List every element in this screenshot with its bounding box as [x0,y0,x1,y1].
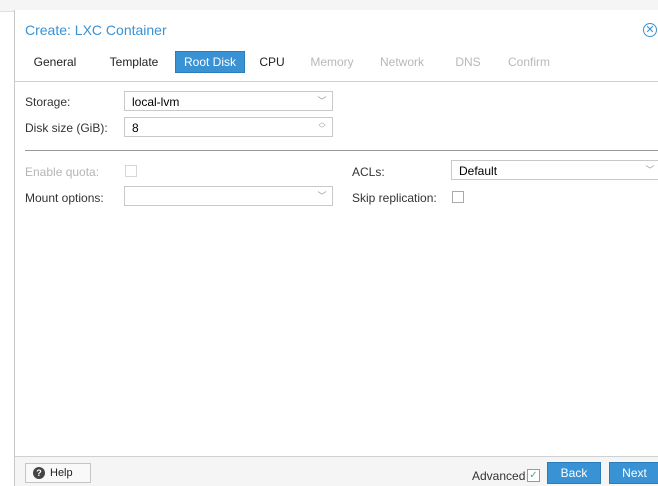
section-separator [25,150,658,151]
question-icon: ? [33,467,45,479]
chevron-down-icon[interactable]: ﹀ [316,94,328,108]
help-button[interactable]: ? Help [25,463,91,483]
next-button[interactable]: Next [609,462,658,484]
disk-size-label: Disk size (GiB): [25,121,108,135]
storage-label: Storage: [25,95,71,109]
disk-size-value: 8 [132,121,139,135]
help-label: Help [50,467,73,479]
disk-size-field[interactable]: 8 ︿ ﹀ [124,117,333,137]
tab-template[interactable]: Template [105,51,163,73]
acls-select[interactable]: Default ﹀ [451,160,658,180]
advanced-checkbox[interactable]: ✓ [527,469,540,482]
spinner-icon[interactable]: ︿ ﹀ [317,119,327,135]
enable-quota-label: Enable quota: [25,165,100,179]
acls-value: Default [459,164,498,178]
dialog-title: Create: LXC Container [25,22,167,38]
acls-label: ACLs: [352,165,385,179]
skip-replication-checkbox[interactable] [452,191,464,203]
storage-value: local-lvm [132,95,180,109]
close-icon[interactable]: ✕ [643,23,657,37]
tabs-divider [15,81,658,82]
mount-options-select[interactable]: ﹀ [124,186,333,206]
tab-network: Network [379,55,424,69]
chevron-down-icon[interactable]: ﹀ [316,189,328,203]
tab-confirm: Confirm [507,55,550,69]
advanced-label: Advanced [472,469,526,483]
dialog-footer: ? Help Advanced ✓ Back Next [15,457,658,486]
back-button[interactable]: Back [547,462,601,484]
skip-replication-label: Skip replication: [352,191,437,205]
storage-select[interactable]: local-lvm ﹀ [124,91,333,111]
mount-options-label: Mount options: [25,191,104,205]
chevron-down-icon[interactable]: ﹀ [644,163,656,177]
tab-memory: Memory [310,55,354,69]
tab-dns: DNS [455,55,481,69]
tab-cpu[interactable]: CPU [255,51,289,73]
tab-root-disk[interactable]: Root Disk [175,51,245,73]
create-lxc-dialog: Create: LXC Container ✕ General Template… [14,10,658,486]
enable-quota-checkbox [125,165,137,177]
tab-general[interactable]: General [23,51,87,73]
